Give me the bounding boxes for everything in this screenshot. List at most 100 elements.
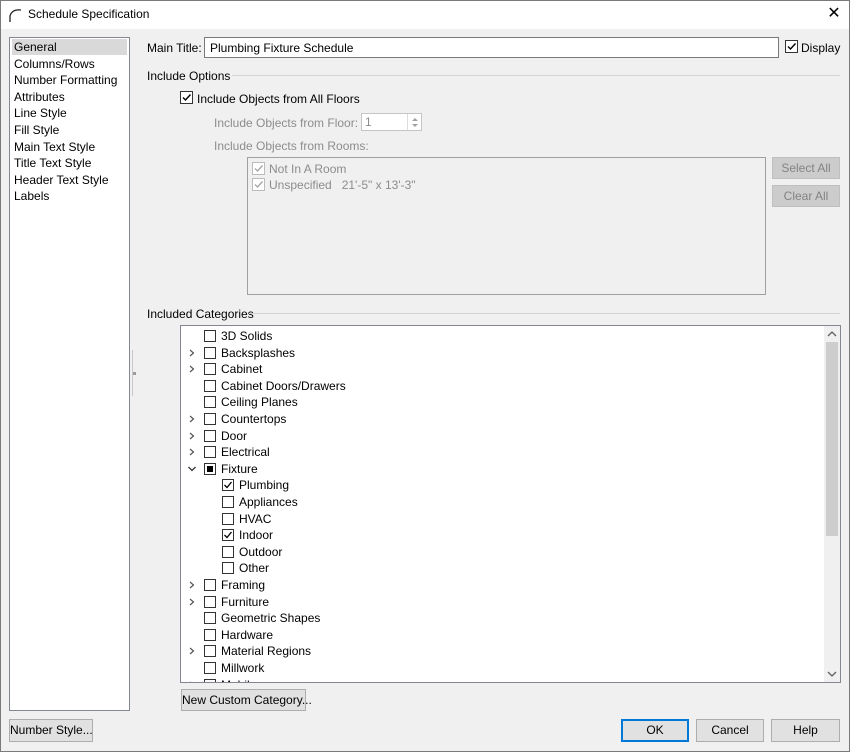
tree-item[interactable]: Electrical bbox=[181, 444, 821, 460]
category-checkbox[interactable] bbox=[204, 446, 216, 459]
group-divider bbox=[232, 75, 840, 76]
chevron-right-icon[interactable] bbox=[187, 577, 197, 593]
splitter-grip-icon bbox=[133, 372, 136, 375]
chevron-right-icon[interactable] bbox=[187, 643, 197, 659]
category-checkbox[interactable] bbox=[222, 496, 234, 508]
room-checkbox[interactable] bbox=[252, 162, 265, 175]
display-checkbox[interactable] bbox=[785, 40, 798, 53]
chevron-right-icon[interactable] bbox=[187, 428, 197, 444]
category-checkbox[interactable] bbox=[204, 645, 216, 658]
app-icon bbox=[8, 7, 24, 23]
tree-item-label: Indoor bbox=[239, 528, 274, 543]
tree-item[interactable]: Cabinet Doors/Drawers bbox=[181, 378, 821, 394]
category-checkbox[interactable] bbox=[204, 413, 216, 425]
sidebar-item-main-text-style[interactable]: Main Text Style bbox=[12, 139, 127, 155]
cancel-button[interactable]: Cancel bbox=[696, 719, 764, 742]
tree-item-label: Ceiling Planes bbox=[221, 395, 298, 410]
category-checkbox[interactable] bbox=[204, 363, 216, 376]
chevron-right-icon[interactable] bbox=[187, 411, 197, 427]
tree-item[interactable]: Countertops bbox=[181, 411, 821, 427]
tree-item[interactable]: Furniture bbox=[181, 594, 821, 610]
sidebar-item-title-text-style[interactable]: Title Text Style bbox=[12, 155, 127, 171]
chevron-down-icon[interactable] bbox=[187, 461, 197, 477]
tree-item-label: Cabinet Doors/Drawers bbox=[221, 378, 346, 393]
category-checkbox[interactable] bbox=[204, 628, 216, 641]
category-checkbox[interactable] bbox=[204, 379, 216, 392]
tree-item[interactable]: Fixture bbox=[181, 461, 821, 477]
tree-item[interactable]: Millwork bbox=[181, 660, 821, 676]
tree-item-label: Geometric Shapes bbox=[221, 611, 321, 626]
scroll-up-icon[interactable] bbox=[824, 326, 840, 342]
category-checkbox[interactable] bbox=[204, 429, 216, 442]
chevron-right-icon[interactable] bbox=[187, 361, 197, 377]
category-checkbox[interactable] bbox=[204, 462, 216, 475]
tree-item-label: Mobile bbox=[221, 677, 256, 682]
all-floors-label: Include Objects from All Floors bbox=[197, 92, 360, 106]
category-checkbox[interactable] bbox=[222, 545, 234, 558]
tree-item[interactable]: Outdoor bbox=[181, 544, 821, 560]
number-style-button[interactable]: Number Style... bbox=[9, 719, 93, 742]
tree-item[interactable]: Geometric Shapes bbox=[181, 610, 821, 626]
sidebar-item-columns-rows[interactable]: Columns/Rows bbox=[12, 56, 127, 72]
category-checkbox[interactable] bbox=[204, 579, 216, 591]
close-icon[interactable]: ✕ bbox=[820, 3, 848, 27]
category-checkbox[interactable] bbox=[222, 529, 234, 542]
category-checkbox[interactable] bbox=[222, 562, 234, 575]
floor-spinner[interactable]: 1 bbox=[361, 113, 422, 131]
chevron-right-icon[interactable] bbox=[187, 345, 197, 361]
sidebar-item-header-text-style[interactable]: Header Text Style bbox=[12, 172, 127, 188]
scroll-down-icon[interactable] bbox=[824, 666, 840, 682]
tree-item[interactable]: Indoor bbox=[181, 527, 821, 543]
tree-item[interactable]: Door bbox=[181, 428, 821, 444]
tree-item[interactable]: Other bbox=[181, 560, 821, 576]
tree-item[interactable]: HVAC bbox=[181, 511, 821, 527]
chevron-right-icon[interactable] bbox=[187, 677, 197, 682]
sidebar-item-number-formatting[interactable]: Number Formatting bbox=[12, 72, 127, 88]
sidebar-item-labels[interactable]: Labels bbox=[12, 188, 127, 204]
all-floors-checkbox[interactable] bbox=[180, 91, 193, 104]
room-checkbox[interactable] bbox=[252, 178, 265, 191]
tree-item-label: Millwork bbox=[221, 661, 265, 675]
sidebar-item-general[interactable]: General bbox=[12, 39, 127, 55]
category-checkbox[interactable] bbox=[222, 479, 234, 492]
tree-item[interactable]: Plumbing bbox=[181, 477, 821, 493]
tree-item-label: Countertops bbox=[221, 412, 287, 426]
new-custom-category-button[interactable]: New Custom Category... bbox=[181, 689, 312, 711]
tree-item[interactable]: Cabinet bbox=[181, 361, 821, 377]
category-checkbox[interactable] bbox=[204, 662, 216, 674]
select-all-button[interactable]: Select All bbox=[772, 157, 840, 179]
chevron-right-icon[interactable] bbox=[187, 444, 197, 460]
sidebar-item-line-style[interactable]: Line Style bbox=[12, 105, 127, 121]
sidebar-item-attributes[interactable]: Attributes bbox=[12, 89, 127, 105]
clear-all-button[interactable]: Clear All bbox=[772, 185, 840, 207]
tree-item-label: Material Regions bbox=[221, 644, 312, 659]
main-title-input[interactable]: Plumbing Fixture Schedule bbox=[204, 37, 779, 58]
tree-item-label: Plumbing bbox=[239, 478, 290, 493]
main-title-label: Main Title: bbox=[147, 41, 202, 55]
tree-item[interactable]: Ceiling Planes bbox=[181, 394, 821, 410]
tree-item[interactable]: 3D Solids bbox=[181, 328, 821, 344]
category-checkbox[interactable] bbox=[204, 330, 216, 342]
tree-item[interactable]: Backsplashes bbox=[181, 345, 821, 361]
tree-item[interactable]: Material Regions bbox=[181, 643, 821, 659]
rooms-list[interactable]: Not In A Room Unspecified 21'-5" x 13'-3… bbox=[247, 157, 766, 295]
category-checkbox[interactable] bbox=[204, 396, 216, 409]
ok-button[interactable]: OK bbox=[621, 719, 689, 742]
tree-item[interactable]: Framing bbox=[181, 577, 821, 593]
category-checkbox[interactable] bbox=[222, 512, 234, 525]
category-checkbox[interactable] bbox=[204, 346, 216, 359]
tree-item-label: Fixture bbox=[221, 461, 258, 476]
tree-item[interactable]: Hardware bbox=[181, 627, 821, 643]
scrollbar-thumb[interactable] bbox=[826, 342, 838, 536]
tree-item[interactable]: Mobile bbox=[181, 677, 821, 682]
category-checkbox[interactable] bbox=[204, 678, 216, 682]
tree-item[interactable]: Appliances bbox=[181, 494, 821, 510]
chevron-right-icon[interactable] bbox=[187, 594, 197, 610]
category-checkbox[interactable] bbox=[204, 612, 216, 625]
category-checkbox[interactable] bbox=[204, 595, 216, 608]
sidebar-item-fill-style[interactable]: Fill Style bbox=[12, 122, 127, 138]
categories-tree[interactable]: 3D Solids Backsplashes Cabinet Cabinet Door… bbox=[180, 325, 841, 683]
tree-item-label: Backsplashes bbox=[221, 345, 296, 360]
help-button[interactable]: Help bbox=[771, 719, 840, 742]
spinner-arrows-icon[interactable] bbox=[407, 114, 421, 130]
